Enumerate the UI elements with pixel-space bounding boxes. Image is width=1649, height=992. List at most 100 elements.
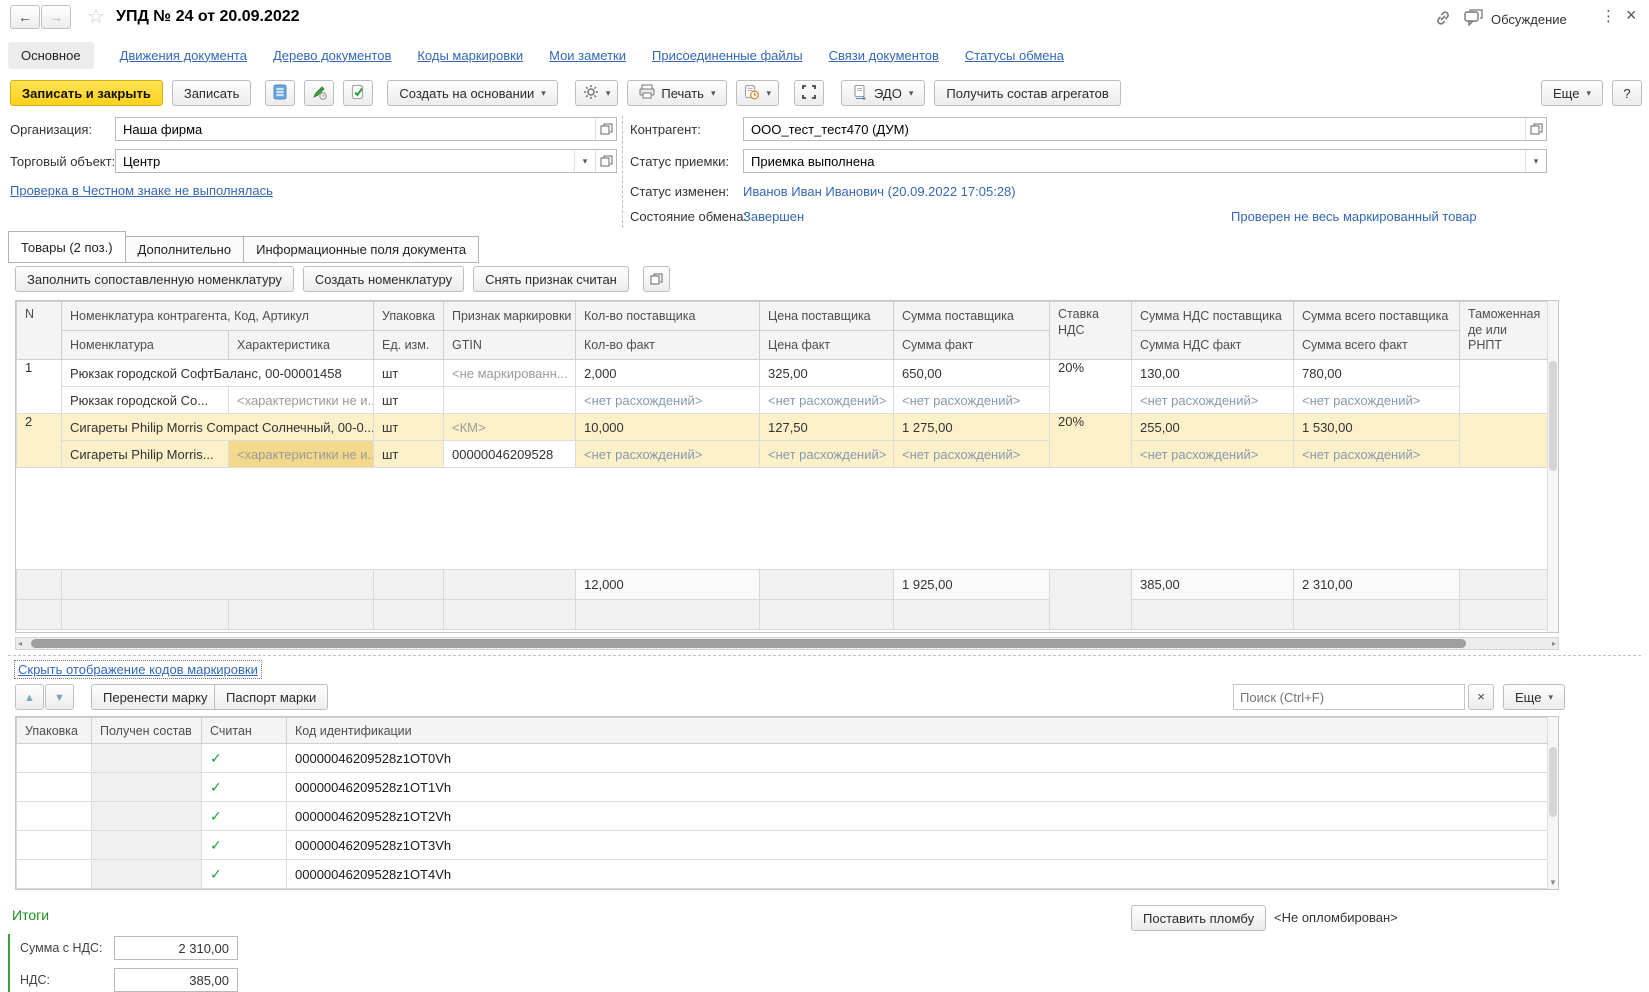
cell-received[interactable] [92, 860, 202, 889]
goods-row-2-supplier[interactable]: 2 Сигареты Philip Morris Compact Солнечн… [17, 414, 1548, 441]
edo-button[interactable]: ЭДО ▾ [841, 80, 925, 106]
scrollbar-thumb[interactable] [1549, 747, 1557, 817]
cell-sum-supplier[interactable]: 650,00 [894, 360, 1050, 387]
goods-row-1-fact[interactable]: Рюкзак городской Со... <характеристики н… [17, 387, 1548, 414]
create-based-on-button[interactable]: Создать на основании ▾ [387, 80, 557, 106]
col-identification-code[interactable]: Код идентификации [287, 718, 1548, 744]
cell-sum-fact[interactable]: <нет расхождений> [894, 387, 1050, 414]
scrollbar-thumb[interactable] [1549, 361, 1557, 471]
cell-vat-rate[interactable]: 20% [1050, 360, 1132, 414]
col-marking-sign[interactable]: Признак маркировки [444, 302, 576, 331]
col-vat-rate[interactable]: Ставка НДС [1050, 302, 1132, 360]
cell-price-supplier[interactable]: 127,50 [760, 414, 894, 441]
cell-fact-name[interactable]: Сигареты Philip Morris... [62, 441, 229, 468]
col-price-supplier[interactable]: Цена поставщика [760, 302, 894, 331]
col-total-supplier[interactable]: Сумма всего поставщика [1294, 302, 1460, 331]
cell-price-supplier[interactable]: 325,00 [760, 360, 894, 387]
cell-scanned[interactable]: ✓ [202, 860, 287, 889]
open-form-icon[interactable] [595, 118, 616, 140]
move-down-button[interactable]: ▼ [45, 684, 74, 710]
cell-fact-name[interactable]: Рюкзак городской Со... [62, 387, 229, 414]
nav-tab-main[interactable]: Основное [8, 42, 94, 69]
open-form-icon[interactable] [643, 266, 670, 292]
col-n[interactable]: N [17, 302, 62, 360]
cell-price-fact[interactable]: <нет расхождений> [760, 387, 894, 414]
sum-with-vat-value[interactable]: 2 310,00 [114, 936, 238, 960]
mark-passport-button[interactable]: Паспорт марки [214, 684, 328, 710]
search-input[interactable] [1240, 690, 1458, 705]
create-nomenclature-button[interactable]: Создать номенклатуру [303, 266, 464, 292]
marking-row[interactable]: ✓ 00000046209528z1OT4Vh [17, 860, 1548, 889]
col-sum-supplier[interactable]: Сумма поставщика [894, 302, 1050, 331]
set-seal-button[interactable]: Поставить пломбу [1131, 905, 1266, 931]
cell-code[interactable]: 00000046209528z1OT1Vh [287, 773, 1548, 802]
cell-supplier-name[interactable]: Рюкзак городской СофтБаланс, 00-00001458 [62, 360, 374, 387]
col-unit[interactable]: Ед. изм. [374, 331, 444, 360]
discussion-button[interactable]: Обсуждение [1464, 9, 1567, 29]
marking-row[interactable]: ✓ 00000046209528z1OT2Vh [17, 802, 1548, 831]
honest-sign-check-link[interactable]: Проверка в Честном знаке не выполнялась [10, 183, 273, 198]
nav-link-marking-codes[interactable]: Коды маркировки [417, 48, 523, 63]
nav-link-my-notes[interactable]: Мои заметки [549, 48, 626, 63]
cell-vat-fact[interactable]: <нет расхождений> [1132, 387, 1294, 414]
cell-received[interactable] [92, 744, 202, 773]
goods-vertical-scrollbar[interactable] [1547, 301, 1558, 632]
cell-sum-fact[interactable]: <нет расхождений> [894, 441, 1050, 468]
open-form-icon[interactable] [595, 150, 616, 172]
cell-total-supplier[interactable]: 780,00 [1294, 360, 1460, 387]
cell-vat-fact[interactable]: <нет расхождений> [1132, 441, 1294, 468]
nav-link-document-relations[interactable]: Связи документов [829, 48, 939, 63]
get-aggregates-button[interactable]: Получить состав агрегатов [934, 80, 1120, 106]
check-document-button[interactable] [343, 80, 373, 106]
cell-marking-sign[interactable]: <не маркированн... [444, 360, 576, 387]
marking-row[interactable]: ✓ 00000046209528z1OT1Vh [17, 773, 1548, 802]
cell-qty-fact[interactable]: <нет расхождений> [576, 387, 760, 414]
cell-qty-supplier[interactable]: 2,000 [576, 360, 760, 387]
cell-package[interactable] [17, 860, 92, 889]
show-in-list-button[interactable] [265, 80, 295, 106]
forward-button[interactable]: → [41, 5, 71, 29]
status-changed-value[interactable]: Иванов Иван Иванович (20.09.2022 17:05:2… [743, 184, 1016, 199]
cell-code[interactable]: 00000046209528z1OT0Vh [287, 744, 1548, 773]
cell-row-number[interactable]: 1 [17, 360, 62, 414]
cell-vat-supplier[interactable]: 255,00 [1132, 414, 1294, 441]
cell-scanned[interactable]: ✓ [202, 831, 287, 860]
goods-row-1-supplier[interactable]: 1 Рюкзак городской СофтБаланс, 00-000014… [17, 360, 1548, 387]
col-nomenclature-group[interactable]: Номенклатура контрагента, Код, Артикул [62, 302, 374, 331]
cell-received[interactable] [92, 831, 202, 860]
cell-price-fact[interactable]: <нет расхождений> [760, 441, 894, 468]
col-received-composition[interactable]: Получен состав [92, 718, 202, 744]
cell-unit[interactable]: шт [374, 387, 444, 414]
cell-code[interactable]: 00000046209528z1OT3Vh [287, 831, 1548, 860]
col-nomenclature[interactable]: Номенклатура [62, 331, 229, 360]
nav-link-exchange-statuses[interactable]: Статусы обмена [965, 48, 1064, 63]
nav-link-document-tree[interactable]: Дерево документов [273, 48, 391, 63]
col-characteristic[interactable]: Характеристика [229, 331, 374, 360]
marking-row[interactable]: ✓ 00000046209528z1OT3Vh [17, 831, 1548, 860]
tab-additional[interactable]: Дополнительно [125, 236, 245, 263]
marking-vertical-scrollbar[interactable]: ▼ [1547, 717, 1558, 889]
col-package[interactable]: Упаковка [374, 302, 444, 331]
dropdown-arrow-icon[interactable]: ▾ [574, 150, 595, 172]
cell-package[interactable] [17, 744, 92, 773]
back-button[interactable]: ← [10, 5, 40, 29]
cell-supplier-name[interactable]: Сигареты Philip Morris Compact Солнечный… [62, 414, 374, 441]
more-button[interactable]: Еще ▾ [1541, 80, 1603, 106]
col-gtin[interactable]: GTIN [444, 331, 576, 360]
marking-more-button[interactable]: Еще ▾ [1503, 684, 1565, 710]
col-scanned[interactable]: Считан [202, 718, 287, 744]
nav-link-attached-files[interactable]: Присоединенные файлы [652, 48, 803, 63]
cell-code[interactable]: 00000046209528z1OT2Vh [287, 802, 1548, 831]
close-icon[interactable]: × [1626, 5, 1637, 26]
cell-vat-rate[interactable]: 20% [1050, 414, 1132, 468]
cell-qty-supplier[interactable]: 10,000 [576, 414, 760, 441]
search-clear-button[interactable]: × [1468, 684, 1494, 710]
goods-row-2-fact[interactable]: Сигареты Philip Morris... <характеристик… [17, 441, 1548, 468]
cell-received[interactable] [92, 802, 202, 831]
help-button[interactable]: ? [1612, 80, 1642, 106]
acceptance-status-field[interactable]: Приемка выполнена ▾ [743, 149, 1547, 173]
cell-customs[interactable] [1460, 414, 1548, 468]
cell-characteristic[interactable]: <характеристики не и... [229, 387, 374, 414]
document-journal-button[interactable]: ▾ [736, 80, 779, 106]
scroll-left-icon[interactable]: ◂ [18, 639, 22, 648]
